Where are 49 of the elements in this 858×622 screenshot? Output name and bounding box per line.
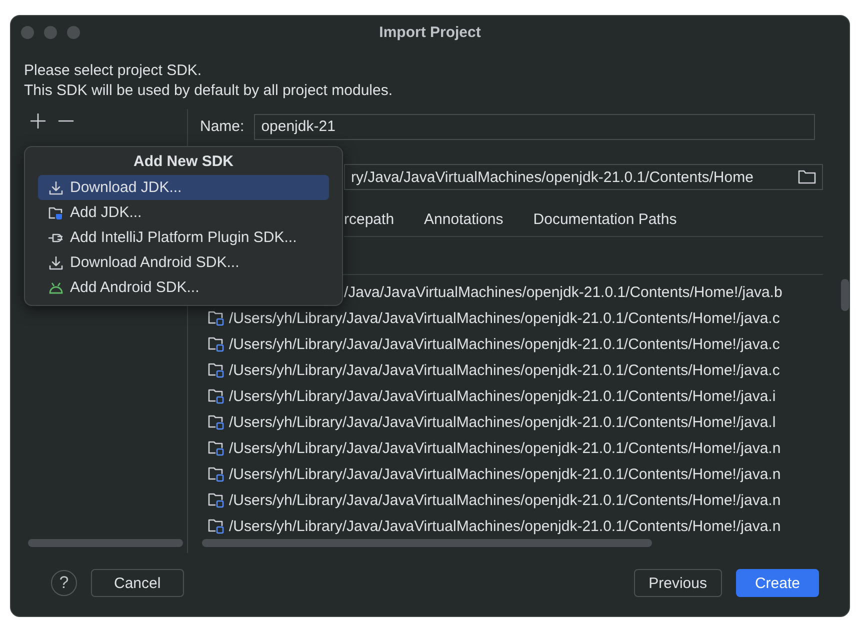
window-control[interactable] [44,26,57,38]
folder-icon [208,466,225,482]
window-control[interactable] [21,26,34,38]
popup-title: Add New SDK [133,152,234,172]
path-text: /Users/yh/Library/Java/JavaVirtualMachines/openjdk-21.0.1/Contents/Home!/java.n [229,518,781,535]
path-text: /Users/yh/Library/Java/JavaVirtualMachines/openjdk-21.0.1/Contents/Home!/java.n [229,466,781,483]
name-field[interactable]: openjdk-21 [254,114,816,140]
folder-icon [208,388,225,404]
path-text: /Users/yh/Library/Java/JavaVirtualMachines/openjdk-21.0.1/Contents/Home!/java.c [229,310,780,327]
scrollbar[interactable] [28,539,183,547]
scrollbar[interactable] [841,279,849,312]
path-text: /Users/yh/Library/Java/JavaVirtualMachines/openjdk-21.0.1/Contents/Home!/java.i [229,388,776,405]
menu-item[interactable]: Add JDK... [38,200,329,225]
path-text: /Users/yh/Library/Java/JavaVirtualMachines/openjdk-21.0.1/Contents/Home!/java.n [229,440,781,457]
menu-item[interactable]: Download Android SDK... [38,250,329,275]
instruction-text: This SDK will be used by default by all project modules. [24,81,393,101]
tab[interactable]: Documentation Paths [533,206,677,234]
name-label: Name: [200,118,244,136]
add-icon[interactable] [30,113,46,129]
help-button[interactable]: ? [51,570,77,596]
menu-item[interactable]: Download JDK... [38,175,329,200]
dialog-button[interactable]: Cancel [91,569,184,597]
path-text: /Users/yh/Library/Java/JavaVirtualMachines/openjdk-21.0.1/Contents/Home!/java.c [229,336,780,353]
folder-icon [208,492,225,508]
folder-icon [208,336,225,352]
folder-icon [208,440,225,456]
folder-cup-icon [48,204,64,220]
folder-icon [208,414,225,430]
path-text: /Users/yh/Library/Java/JavaVirtualMachines/openjdk-21.0.1/Contents/Home!/java.l [229,414,776,431]
download-icon [48,254,64,270]
dialog-button[interactable]: Previous [634,569,722,597]
tab[interactable]: Annotations [424,206,504,234]
folder-icon [798,170,816,184]
window-title: Import Project [379,24,481,40]
dialog-button[interactable]: Create [736,569,819,597]
instruction-text: Please select project SDK. [24,61,202,81]
download-icon [48,180,64,196]
folder-icon [208,362,225,378]
folder-icon [208,310,225,326]
path-text: /Users/yh/Library/Java/JavaVirtualMachines/openjdk-21.0.1/Contents/Home!/java.c [229,362,780,379]
menu-item[interactable]: Add Android SDK... [38,275,329,300]
menu-item[interactable]: Add IntelliJ Platform Plugin SDK... [38,225,329,250]
path-text: /Java/JavaVirtualMachines/openjdk-21.0.1/Contents/Home!/java.b [344,284,782,301]
path-field[interactable]: ry/Java/JavaVirtualMachines/openjdk-21.0.1/Contents/Home [344,164,823,190]
folder-icon [208,518,225,534]
tab[interactable]: rcepath [344,206,394,234]
scrollbar[interactable] [202,539,652,547]
path-text: /Users/yh/Library/Java/JavaVirtualMachines/openjdk-21.0.1/Contents/Home!/java.n [229,492,781,509]
window-control[interactable] [67,26,80,38]
